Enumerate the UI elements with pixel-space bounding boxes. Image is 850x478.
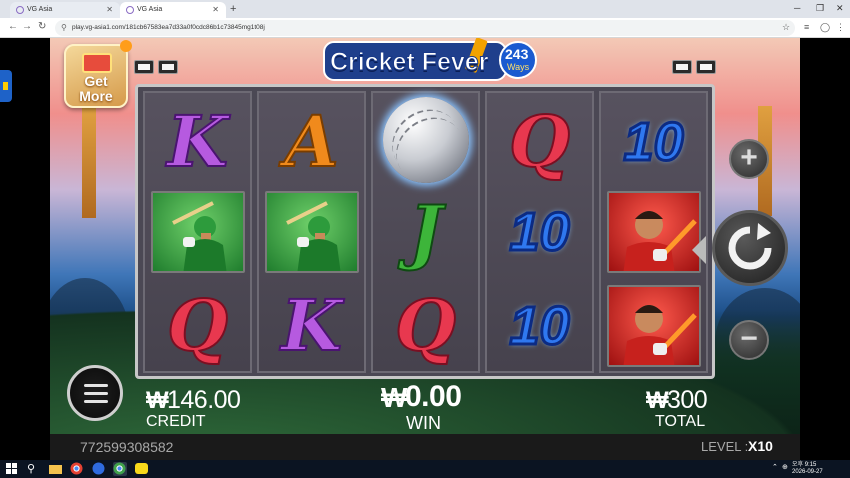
win-currency: ₩ <box>381 382 407 413</box>
bookmark-star-icon[interactable]: ☆ <box>782 22 790 33</box>
hamburger-icon-bar <box>84 392 108 395</box>
os-taskbar: ⚲ ⌃ ⊕ 오후 9:15 2026-09-27 <box>0 460 850 478</box>
browser-toolbar: ← → ↻ ⚲ play.vg-asia1.com/181cb67583ea7d… <box>0 18 850 38</box>
cricket-ball-icon <box>382 97 469 183</box>
floodlight-icon <box>158 60 178 74</box>
account-id: 772599308582 <box>80 439 174 455</box>
clock-date: 2026-09-27 <box>792 469 823 475</box>
logo-badge: 243 <box>505 46 529 62</box>
favicon-icon <box>126 6 134 14</box>
chrome-active-icon[interactable] <box>113 462 127 476</box>
bet-increase-button[interactable]: + <box>729 139 769 179</box>
symbol-q: Q <box>394 284 457 367</box>
reel-2: A K <box>257 91 366 373</box>
system-clock[interactable]: 오후 9:15 2026-09-27 <box>792 462 823 476</box>
search-icon[interactable]: ⚲ <box>27 462 41 476</box>
browser-tab-bar: VG Asia ✕ VG Asia ✕ + ─ ❐ ✕ <box>0 0 850 18</box>
bet-decrease-button[interactable]: − <box>729 320 769 360</box>
spin-left-arrow-icon <box>692 236 706 264</box>
symbol-ten: 10 <box>622 111 685 174</box>
symbol-a: A <box>283 100 339 183</box>
win-value: 0.00 <box>405 380 462 413</box>
site-info-icon[interactable]: ⚲ <box>61 23 67 32</box>
symbol-batsman-red <box>605 189 702 275</box>
reload-icon[interactable]: ↻ <box>38 21 46 32</box>
logo-badge-sub: Ways <box>507 62 530 72</box>
tab-title: VG Asia <box>27 6 53 13</box>
windows-start-icon[interactable] <box>6 462 20 476</box>
forward-icon[interactable]: → <box>22 21 32 32</box>
symbol-ten: 10 <box>508 201 571 264</box>
gift-icon <box>82 53 112 73</box>
total-label: TOTAL <box>655 413 706 430</box>
game-logo: Cricket Fever 243 Ways <box>320 38 540 88</box>
game-status-bar: 772599308582 LEVEL : X10 <box>50 434 800 460</box>
symbol-j: J <box>408 190 443 273</box>
profile-icon[interactable]: ◯ <box>820 22 830 33</box>
stadium-tower <box>82 108 96 218</box>
browser-tab[interactable]: VG Asia ✕ <box>10 2 120 18</box>
symbol-batsman-green <box>263 189 360 275</box>
side-widget-icon[interactable] <box>0 70 12 102</box>
symbol-q: Q <box>166 284 229 367</box>
spin-button[interactable] <box>712 210 788 286</box>
credit-value: 146.00 <box>167 386 241 414</box>
reel-3: J Q <box>371 91 480 373</box>
symbol-batsman-red <box>605 283 702 369</box>
symbol-q: Q <box>508 100 571 183</box>
reel-5: 10 <box>599 91 708 373</box>
app-icon[interactable] <box>92 462 106 476</box>
maximize-icon[interactable]: ❐ <box>816 3 824 14</box>
hamburger-icon-bar <box>84 400 108 403</box>
get-more-label-1: Get <box>84 73 108 89</box>
notification-dot <box>120 40 132 52</box>
floodlight-icon <box>134 60 154 74</box>
tab-close-icon[interactable]: ✕ <box>106 5 113 14</box>
tray-chevron-icon[interactable]: ⌃ <box>772 463 778 471</box>
level-value: X10 <box>748 438 773 454</box>
tab-close-icon[interactable]: ✕ <box>212 5 219 14</box>
network-icon[interactable]: ⊕ <box>782 463 788 471</box>
logo-title: Cricket Fever <box>329 48 489 77</box>
menu-button[interactable] <box>67 365 123 421</box>
back-icon[interactable]: ← <box>8 21 18 32</box>
get-more-button[interactable]: Get More <box>64 40 132 108</box>
floodlight-icon <box>696 60 716 74</box>
symbol-batsman-green <box>149 189 246 275</box>
reel-1: K Q <box>143 91 252 373</box>
game-canvas: Cricket Fever 243 Ways Get More K Q A K … <box>50 38 800 460</box>
symbol-cricket-ball <box>377 97 474 183</box>
level-label: LEVEL : <box>701 439 749 454</box>
symbol-k: K <box>280 284 343 367</box>
kakaotalk-icon[interactable] <box>135 462 149 476</box>
chrome-icon[interactable] <box>70 462 84 476</box>
hamburger-icon <box>84 384 108 387</box>
reel-frame: K Q A K J Q Q 10 10 10 <box>135 84 715 379</box>
file-explorer-icon[interactable] <box>49 462 63 476</box>
reel-4: Q 10 10 <box>485 91 594 373</box>
credit-currency: ₩ <box>146 387 169 414</box>
win-label: WIN <box>406 413 441 433</box>
minimize-icon[interactable]: ─ <box>794 3 800 13</box>
spin-refresh-icon <box>728 223 772 270</box>
media-icon[interactable]: ≡ <box>804 22 809 32</box>
tab-title: VG Asia <box>137 6 163 13</box>
symbol-k: K <box>166 100 229 183</box>
close-window-icon[interactable]: ✕ <box>836 3 844 14</box>
total-currency: ₩ <box>646 387 669 414</box>
new-tab-icon[interactable]: + <box>230 3 236 15</box>
browser-tab-active[interactable]: VG Asia ✕ <box>120 2 226 18</box>
clock-time: 오후 9:15 <box>792 462 817 468</box>
symbol-ten: 10 <box>508 295 571 358</box>
floodlight-icon <box>672 60 692 74</box>
address-bar[interactable]: ⚲ play.vg-asia1.com/181cb67583ea7d33a0f0… <box>55 20 795 36</box>
url-text: play.vg-asia1.com/181cb67583ea7d33a0f0cd… <box>72 24 265 31</box>
total-value: 300 <box>667 386 708 414</box>
credit-label: CREDIT <box>146 413 206 430</box>
favicon-icon <box>16 6 24 14</box>
menu-kebab-icon[interactable]: ⋮ <box>836 22 845 33</box>
get-more-label-2: More <box>79 88 113 104</box>
